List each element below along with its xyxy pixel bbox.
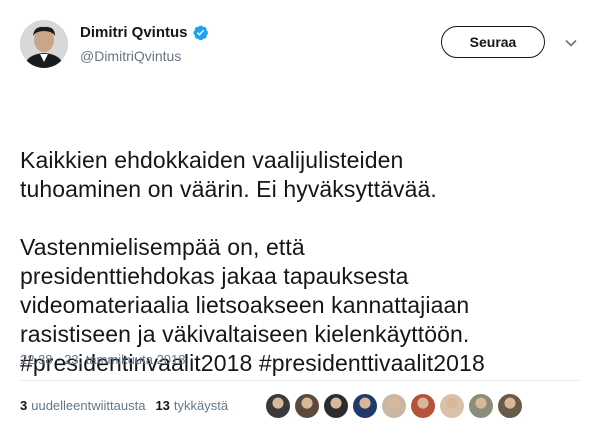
liker-avatars xyxy=(266,394,527,418)
divider xyxy=(20,380,580,381)
hashtag-link[interactable]: #presidenttivaalit2018 xyxy=(259,350,485,376)
liker-avatar-5[interactable] xyxy=(382,394,406,418)
avatar-photo xyxy=(20,20,68,68)
tweet-paragraph-1: Kaikkien ehdokkaiden vaalijulisteiden tu… xyxy=(20,147,437,202)
tweet-text: Kaikkien ehdokkaiden vaalijulisteiden tu… xyxy=(20,88,590,436)
retweets-label: uudelleentwiittausta xyxy=(31,398,146,413)
liker-avatar-6[interactable] xyxy=(411,394,435,418)
follow-button[interactable]: Seuraa xyxy=(441,26,545,58)
liker-avatar-1[interactable] xyxy=(266,394,290,418)
verified-badge-icon xyxy=(192,24,209,41)
engagement-stats: 3 uudelleentwiittausta 13 tykkäystä xyxy=(20,398,238,413)
retweets-stat[interactable]: 3 uudelleentwiittausta xyxy=(20,398,145,413)
profile-avatar[interactable] xyxy=(20,20,68,68)
likes-count: 13 xyxy=(155,398,170,413)
display-name[interactable]: Dimitri Qvintus xyxy=(80,24,188,41)
liker-avatar-3[interactable] xyxy=(324,394,348,418)
liker-avatar-4[interactable] xyxy=(353,394,377,418)
retweets-count: 3 xyxy=(20,398,28,413)
liker-avatar-7[interactable] xyxy=(440,394,464,418)
tweet-paragraph-2-text: Vastenmielisempää on, että presidenttieh… xyxy=(20,234,470,347)
tweet-timestamp[interactable]: 22.38 - 23. tammikuuta 2018 xyxy=(20,352,186,367)
likes-label: tykkäystä xyxy=(173,398,229,413)
likes-stat[interactable]: 13 tykkäystä xyxy=(155,398,228,413)
liker-avatar-9[interactable] xyxy=(498,394,522,418)
liker-avatar-2[interactable] xyxy=(295,394,319,418)
user-handle[interactable]: @DimitriQvintus xyxy=(80,48,181,64)
tweet-card: Dimitri Qvintus @DimitriQvintus Seuraa K… xyxy=(0,0,604,428)
chevron-down-icon[interactable] xyxy=(564,36,578,50)
liker-avatar-8[interactable] xyxy=(469,394,493,418)
